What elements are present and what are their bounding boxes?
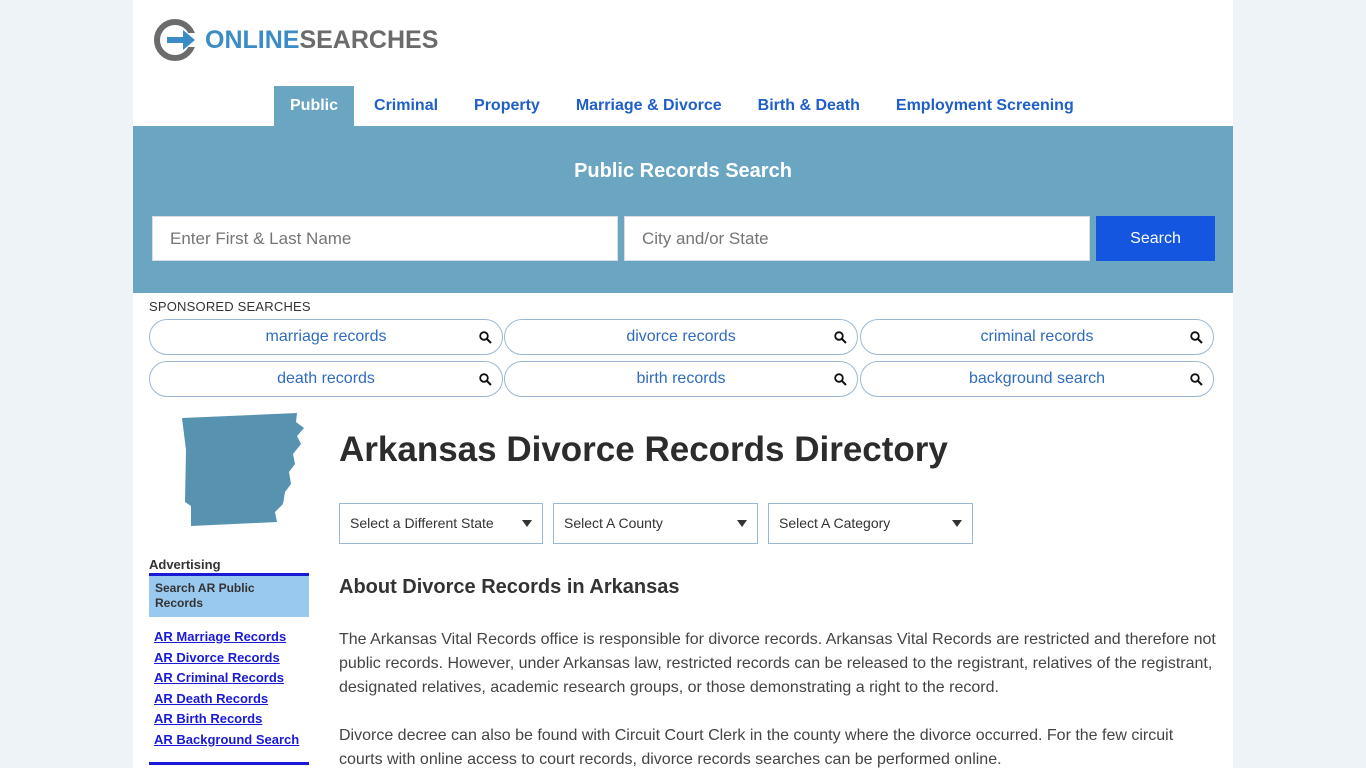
county-select-value: Select A County [564, 515, 663, 531]
sidebar-link-marriage[interactable]: AR Marriage Records [154, 627, 299, 648]
nav-property[interactable]: Property [458, 86, 556, 126]
nav-public[interactable]: Public [274, 86, 355, 126]
search-icon [1190, 331, 1203, 344]
sidebar-link-background[interactable]: AR Background Search [154, 730, 299, 751]
sidebar-links: AR Marriage Records AR Divorce Records A… [154, 627, 299, 751]
sponsored-label: SPONSORED SEARCHES [149, 299, 311, 314]
search-icon [1190, 373, 1203, 386]
pill-label: criminal records [980, 328, 1094, 345]
sponsored-criminal-records[interactable]: criminal records [860, 319, 1214, 355]
pill-label: divorce records [626, 328, 736, 345]
pill-label: death records [277, 370, 375, 387]
page-title: Arkansas Divorce Records Directory [339, 430, 948, 469]
logo-text: ONLINESEARCHES [205, 26, 438, 55]
nav-employment-screening[interactable]: Employment Screening [880, 86, 1090, 126]
category-select-value: Select A Category [779, 515, 891, 531]
search-icon [834, 373, 847, 386]
pill-label: birth records [636, 370, 726, 387]
search-icon [834, 331, 847, 344]
search-title: Public Records Search [574, 160, 792, 182]
logo-text-searches: SEARCHES [299, 25, 439, 54]
sidebar-divider [149, 762, 309, 765]
caret-down-icon [737, 520, 747, 527]
logo-text-online: ONLINE [205, 25, 300, 54]
pill-label: background search [968, 370, 1106, 387]
site-logo[interactable]: ONLINESEARCHES [153, 18, 438, 62]
caret-down-icon [952, 520, 962, 527]
caret-down-icon [522, 520, 532, 527]
arkansas-map-icon [182, 413, 304, 526]
city-state-input[interactable]: City and/or State [624, 216, 1090, 261]
advertising-label: Advertising [149, 557, 221, 572]
sidebar-link-divorce[interactable]: AR Divorce Records [154, 648, 299, 669]
search-ar-records-box: Search AR Public Records [149, 573, 309, 617]
sidebar-link-criminal[interactable]: AR Criminal Records [154, 668, 299, 689]
sidebar-link-birth[interactable]: AR Birth Records [154, 709, 299, 730]
sponsored-birth-records[interactable]: birth records [504, 361, 858, 397]
sidebar-link-death[interactable]: AR Death Records [154, 689, 299, 710]
paragraph-vital-records: The Arkansas Vital Records office is res… [339, 631, 1216, 696]
pill-label: marriage records [265, 328, 387, 345]
name-input[interactable]: Enter First & Last Name [152, 216, 618, 261]
nav-marriage-divorce[interactable]: Marriage & Divorce [560, 86, 738, 126]
page: ONLINESEARCHES Public Criminal Property … [133, 0, 1233, 768]
search-icon [479, 331, 492, 344]
search-icon [479, 373, 492, 386]
nav-criminal[interactable]: Criminal [358, 86, 454, 126]
state-select-value: Select a Different State [350, 515, 494, 531]
sponsored-divorce-records[interactable]: divorce records [504, 319, 858, 355]
main-nav: Public Criminal Property Marriage & Divo… [274, 86, 1094, 126]
sponsored-background-search[interactable]: background search [860, 361, 1214, 397]
section-heading: About Divorce Records in Arkansas [339, 576, 680, 598]
sponsored-death-records[interactable]: death records [149, 361, 503, 397]
state-select[interactable]: Select a Different State [339, 503, 543, 544]
search-band: Public Records Search Enter First & Last… [133, 126, 1233, 293]
sponsored-marriage-records[interactable]: marriage records [149, 319, 503, 355]
search-button[interactable]: Search [1096, 216, 1215, 261]
nav-birth-death[interactable]: Birth & Death [742, 86, 876, 126]
logo-icon [154, 19, 199, 61]
county-select[interactable]: Select A County [553, 503, 758, 544]
category-select[interactable]: Select A Category [768, 503, 973, 544]
paragraph-circuit-court: Divorce decree can also be found with Ci… [339, 727, 1174, 768]
